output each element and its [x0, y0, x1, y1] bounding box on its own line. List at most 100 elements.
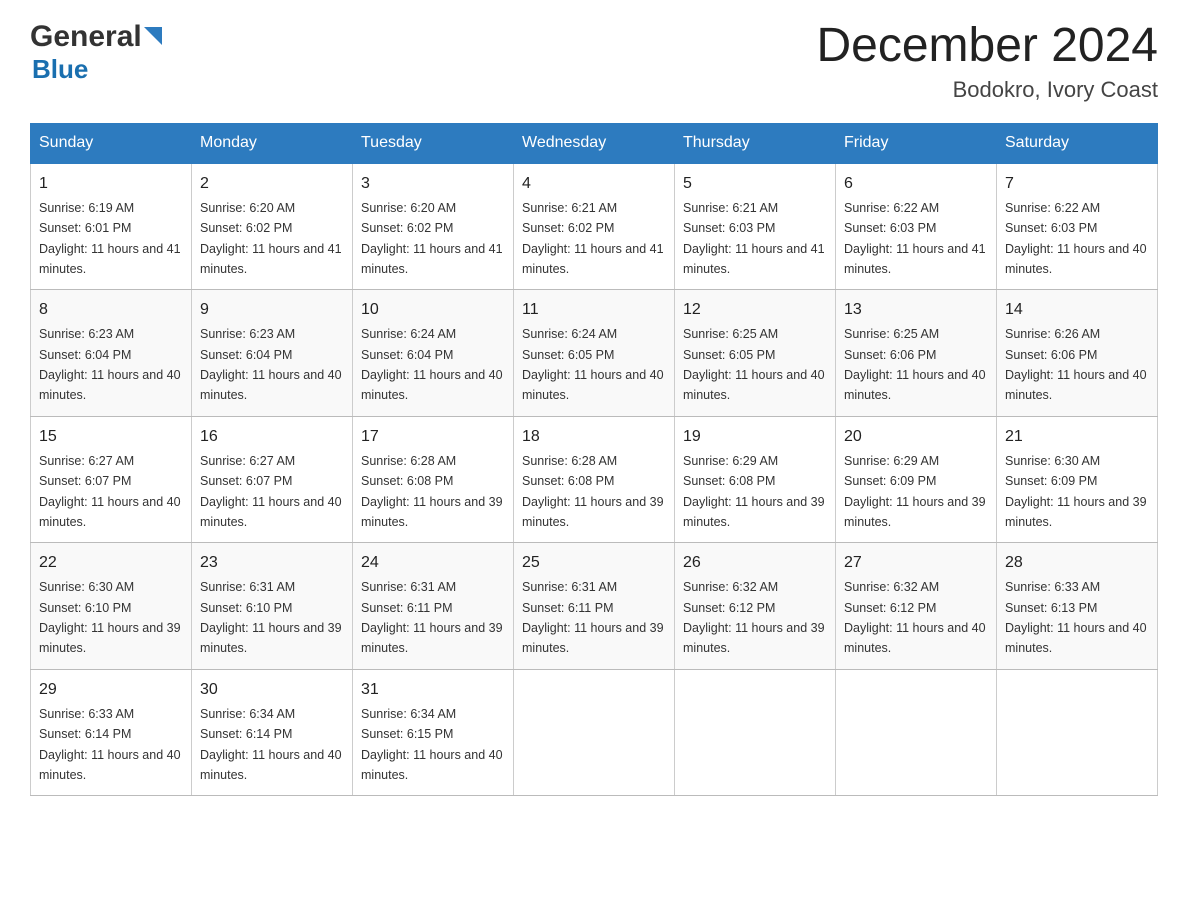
day-info: Sunrise: 6:32 AMSunset: 6:12 PMDaylight:… — [844, 580, 986, 655]
calendar-cell: 9 Sunrise: 6:23 AMSunset: 6:04 PMDayligh… — [192, 290, 353, 417]
day-info: Sunrise: 6:27 AMSunset: 6:07 PMDaylight:… — [200, 454, 342, 529]
day-info: Sunrise: 6:34 AMSunset: 6:14 PMDaylight:… — [200, 707, 342, 782]
header-wednesday: Wednesday — [514, 123, 675, 163]
calendar-cell: 3 Sunrise: 6:20 AMSunset: 6:02 PMDayligh… — [353, 163, 514, 290]
calendar-cell: 8 Sunrise: 6:23 AMSunset: 6:04 PMDayligh… — [31, 290, 192, 417]
day-info: Sunrise: 6:25 AMSunset: 6:06 PMDaylight:… — [844, 327, 986, 402]
day-info: Sunrise: 6:28 AMSunset: 6:08 PMDaylight:… — [522, 454, 664, 529]
week-row-5: 29 Sunrise: 6:33 AMSunset: 6:14 PMDaylig… — [31, 669, 1158, 796]
day-number: 13 — [844, 298, 988, 322]
day-number: 25 — [522, 551, 666, 575]
day-info: Sunrise: 6:27 AMSunset: 6:07 PMDaylight:… — [39, 454, 181, 529]
calendar-cell: 31 Sunrise: 6:34 AMSunset: 6:15 PMDaylig… — [353, 669, 514, 796]
calendar-cell — [836, 669, 997, 796]
day-number: 30 — [200, 678, 344, 702]
day-number: 28 — [1005, 551, 1149, 575]
day-number: 12 — [683, 298, 827, 322]
calendar-cell: 21 Sunrise: 6:30 AMSunset: 6:09 PMDaylig… — [997, 416, 1158, 543]
day-info: Sunrise: 6:31 AMSunset: 6:11 PMDaylight:… — [361, 580, 503, 655]
day-info: Sunrise: 6:33 AMSunset: 6:14 PMDaylight:… — [39, 707, 181, 782]
day-info: Sunrise: 6:24 AMSunset: 6:04 PMDaylight:… — [361, 327, 503, 402]
calendar-cell: 30 Sunrise: 6:34 AMSunset: 6:14 PMDaylig… — [192, 669, 353, 796]
week-row-2: 8 Sunrise: 6:23 AMSunset: 6:04 PMDayligh… — [31, 290, 1158, 417]
day-number: 17 — [361, 425, 505, 449]
calendar-cell: 18 Sunrise: 6:28 AMSunset: 6:08 PMDaylig… — [514, 416, 675, 543]
day-number: 6 — [844, 172, 988, 196]
day-number: 1 — [39, 172, 183, 196]
location: Bodokro, Ivory Coast — [816, 77, 1158, 103]
header-monday: Monday — [192, 123, 353, 163]
day-number: 29 — [39, 678, 183, 702]
calendar-cell: 26 Sunrise: 6:32 AMSunset: 6:12 PMDaylig… — [675, 543, 836, 670]
calendar-cell: 15 Sunrise: 6:27 AMSunset: 6:07 PMDaylig… — [31, 416, 192, 543]
day-number: 11 — [522, 298, 666, 322]
calendar-cell: 27 Sunrise: 6:32 AMSunset: 6:12 PMDaylig… — [836, 543, 997, 670]
week-row-1: 1 Sunrise: 6:19 AMSunset: 6:01 PMDayligh… — [31, 163, 1158, 290]
day-info: Sunrise: 6:22 AMSunset: 6:03 PMDaylight:… — [844, 201, 986, 276]
calendar-cell: 16 Sunrise: 6:27 AMSunset: 6:07 PMDaylig… — [192, 416, 353, 543]
page-header: General Blue December 2024 Bodokro, Ivor… — [30, 20, 1158, 103]
day-number: 8 — [39, 298, 183, 322]
day-info: Sunrise: 6:25 AMSunset: 6:05 PMDaylight:… — [683, 327, 825, 402]
logo-blue-text: Blue — [32, 54, 88, 85]
day-number: 21 — [1005, 425, 1149, 449]
logo-general-text: General — [30, 20, 142, 54]
day-number: 18 — [522, 425, 666, 449]
day-info: Sunrise: 6:29 AMSunset: 6:08 PMDaylight:… — [683, 454, 825, 529]
header-friday: Friday — [836, 123, 997, 163]
day-number: 20 — [844, 425, 988, 449]
day-number: 3 — [361, 172, 505, 196]
day-info: Sunrise: 6:28 AMSunset: 6:08 PMDaylight:… — [361, 454, 503, 529]
day-info: Sunrise: 6:29 AMSunset: 6:09 PMDaylight:… — [844, 454, 986, 529]
calendar-cell: 17 Sunrise: 6:28 AMSunset: 6:08 PMDaylig… — [353, 416, 514, 543]
day-info: Sunrise: 6:19 AMSunset: 6:01 PMDaylight:… — [39, 201, 181, 276]
week-row-4: 22 Sunrise: 6:30 AMSunset: 6:10 PMDaylig… — [31, 543, 1158, 670]
day-number: 24 — [361, 551, 505, 575]
day-info: Sunrise: 6:22 AMSunset: 6:03 PMDaylight:… — [1005, 201, 1147, 276]
day-info: Sunrise: 6:33 AMSunset: 6:13 PMDaylight:… — [1005, 580, 1147, 655]
calendar-cell — [997, 669, 1158, 796]
calendar-cell: 20 Sunrise: 6:29 AMSunset: 6:09 PMDaylig… — [836, 416, 997, 543]
calendar-cell: 10 Sunrise: 6:24 AMSunset: 6:04 PMDaylig… — [353, 290, 514, 417]
calendar-cell: 4 Sunrise: 6:21 AMSunset: 6:02 PMDayligh… — [514, 163, 675, 290]
calendar-cell: 11 Sunrise: 6:24 AMSunset: 6:05 PMDaylig… — [514, 290, 675, 417]
day-info: Sunrise: 6:24 AMSunset: 6:05 PMDaylight:… — [522, 327, 664, 402]
day-number: 31 — [361, 678, 505, 702]
header-tuesday: Tuesday — [353, 123, 514, 163]
day-info: Sunrise: 6:26 AMSunset: 6:06 PMDaylight:… — [1005, 327, 1147, 402]
calendar-cell: 13 Sunrise: 6:25 AMSunset: 6:06 PMDaylig… — [836, 290, 997, 417]
day-number: 7 — [1005, 172, 1149, 196]
logo-arrow-icon — [144, 27, 166, 49]
day-number: 4 — [522, 172, 666, 196]
day-info: Sunrise: 6:31 AMSunset: 6:11 PMDaylight:… — [522, 580, 664, 655]
calendar-cell: 25 Sunrise: 6:31 AMSunset: 6:11 PMDaylig… — [514, 543, 675, 670]
calendar-cell: 23 Sunrise: 6:31 AMSunset: 6:10 PMDaylig… — [192, 543, 353, 670]
days-header-row: SundayMondayTuesdayWednesdayThursdayFrid… — [31, 123, 1158, 163]
day-info: Sunrise: 6:32 AMSunset: 6:12 PMDaylight:… — [683, 580, 825, 655]
day-number: 15 — [39, 425, 183, 449]
day-info: Sunrise: 6:21 AMSunset: 6:02 PMDaylight:… — [522, 201, 664, 276]
header-saturday: Saturday — [997, 123, 1158, 163]
logo: General Blue — [30, 20, 166, 85]
calendar-cell: 12 Sunrise: 6:25 AMSunset: 6:05 PMDaylig… — [675, 290, 836, 417]
calendar-cell: 1 Sunrise: 6:19 AMSunset: 6:01 PMDayligh… — [31, 163, 192, 290]
day-number: 5 — [683, 172, 827, 196]
day-info: Sunrise: 6:30 AMSunset: 6:09 PMDaylight:… — [1005, 454, 1147, 529]
day-number: 19 — [683, 425, 827, 449]
day-info: Sunrise: 6:20 AMSunset: 6:02 PMDaylight:… — [200, 201, 342, 276]
header-sunday: Sunday — [31, 123, 192, 163]
day-number: 26 — [683, 551, 827, 575]
day-number: 27 — [844, 551, 988, 575]
calendar-cell: 7 Sunrise: 6:22 AMSunset: 6:03 PMDayligh… — [997, 163, 1158, 290]
title-section: December 2024 Bodokro, Ivory Coast — [816, 20, 1158, 103]
header-thursday: Thursday — [675, 123, 836, 163]
month-title: December 2024 — [816, 20, 1158, 73]
day-number: 23 — [200, 551, 344, 575]
calendar-cell: 29 Sunrise: 6:33 AMSunset: 6:14 PMDaylig… — [31, 669, 192, 796]
day-number: 10 — [361, 298, 505, 322]
calendar-table: SundayMondayTuesdayWednesdayThursdayFrid… — [30, 123, 1158, 797]
calendar-cell: 14 Sunrise: 6:26 AMSunset: 6:06 PMDaylig… — [997, 290, 1158, 417]
calendar-cell: 24 Sunrise: 6:31 AMSunset: 6:11 PMDaylig… — [353, 543, 514, 670]
calendar-cell: 2 Sunrise: 6:20 AMSunset: 6:02 PMDayligh… — [192, 163, 353, 290]
calendar-cell: 19 Sunrise: 6:29 AMSunset: 6:08 PMDaylig… — [675, 416, 836, 543]
